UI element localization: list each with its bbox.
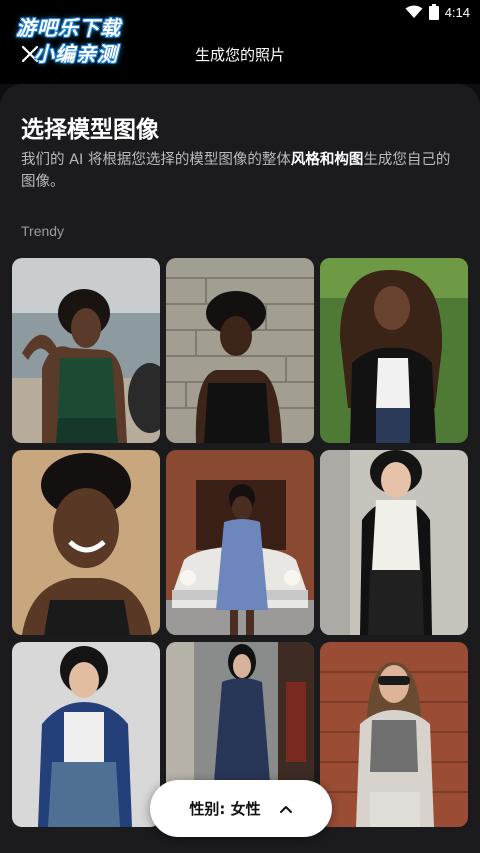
gender-selector-label: 性别: 女性 [189, 800, 261, 818]
battery-icon [428, 4, 439, 20]
category-label: Trendy [21, 223, 65, 239]
model-picker-sheet: 选择模型图像 我们的 AI 将根据您选择的模型图像的整体风格和构图生成您自己的图… [0, 84, 480, 853]
model-photo-6[interactable] [320, 450, 468, 635]
chevron-up-icon [279, 805, 292, 813]
section-description: 我们的 AI 将根据您选择的模型图像的整体风格和构图生成您自己的图像。 [21, 149, 461, 193]
model-photo-5[interactable] [166, 450, 314, 635]
wifi-icon [405, 5, 423, 18]
watermark-logo: 游吧乐下载 小编亲测 [8, 12, 148, 68]
section-heading: 选择模型图像 [21, 117, 159, 143]
watermark-line1: 游吧乐下载 [16, 16, 121, 40]
description-bold: 风格和构图 [290, 152, 364, 168]
model-photo-9[interactable] [320, 642, 468, 827]
model-photo-3[interactable] [320, 258, 468, 443]
gender-selector-button[interactable]: 性别: 女性 [150, 780, 332, 837]
status-time: 4:14 [444, 4, 470, 20]
description-text-1: 我们的 AI 将根据您选择的模型图像的整体 [21, 152, 291, 168]
model-photo-1[interactable] [12, 258, 160, 443]
watermark-line2: 小编亲测 [34, 42, 118, 66]
model-photo-4[interactable] [12, 450, 160, 635]
model-photo-7[interactable] [12, 642, 160, 827]
model-photo-2[interactable] [166, 258, 314, 443]
